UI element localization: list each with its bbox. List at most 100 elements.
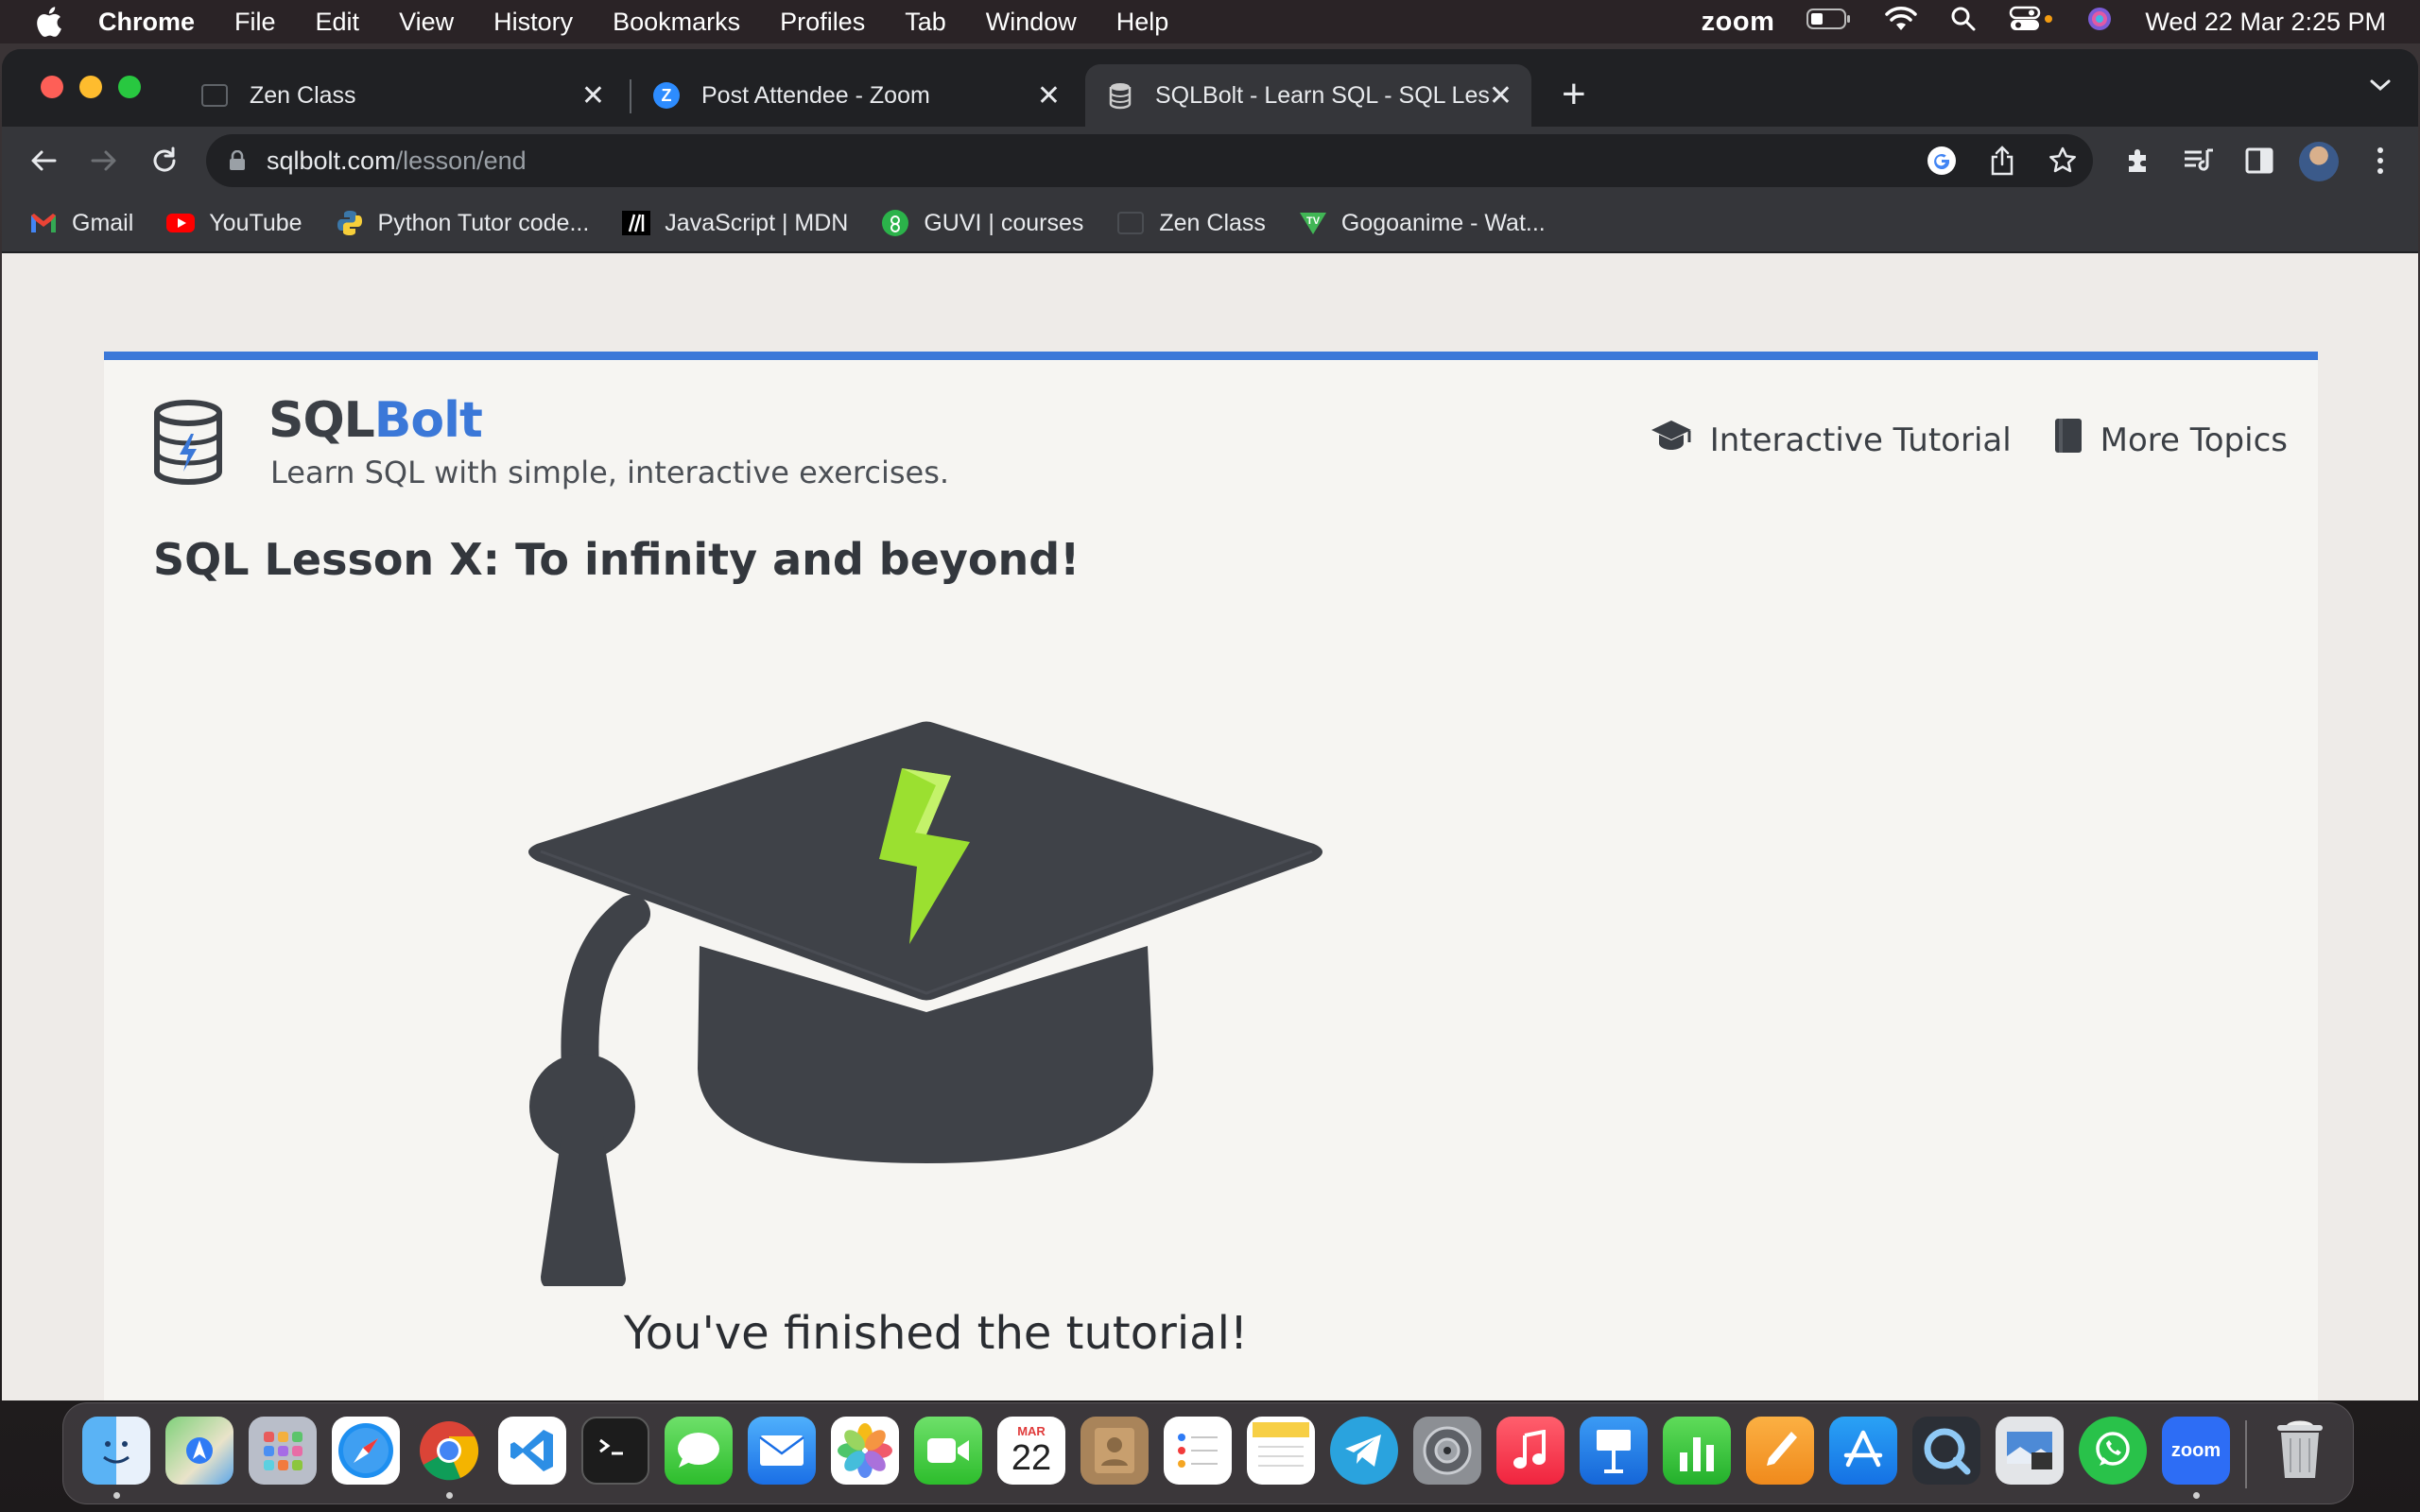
maps-icon[interactable] <box>165 1417 233 1485</box>
bookmark-mdn[interactable]: JavaScript | MDN <box>621 208 848 238</box>
google-lens-icon[interactable] <box>1925 144 1959 178</box>
menu-edit[interactable]: Edit <box>316 8 360 37</box>
reload-icon[interactable] <box>146 142 183 180</box>
close-window-button[interactable] <box>41 76 63 98</box>
new-tab-button[interactable]: + <box>1562 72 1586 117</box>
youtube-icon <box>165 208 196 238</box>
menu-profiles[interactable]: Profiles <box>780 8 865 37</box>
calendar-icon[interactable]: MAR 22 <box>997 1417 1065 1485</box>
share-icon[interactable] <box>1985 144 2019 178</box>
spotlight-search-icon[interactable] <box>1950 6 1977 39</box>
kebab-menu-icon[interactable] <box>2361 142 2399 180</box>
app-store-icon[interactable] <box>1829 1417 1897 1485</box>
quicktime-icon[interactable] <box>1912 1417 1980 1485</box>
interactive-tutorial-link[interactable]: Interactive Tutorial <box>1650 419 2012 461</box>
back-arrow-icon[interactable] <box>25 142 62 180</box>
extensions-puzzle-icon[interactable] <box>2119 142 2157 180</box>
minimize-window-button[interactable] <box>79 76 102 98</box>
bookmark-youtube[interactable]: YouTube <box>165 208 302 238</box>
safari-icon[interactable] <box>332 1417 400 1485</box>
wifi-icon[interactable] <box>1884 6 1918 39</box>
zoom-status-item[interactable]: zoom <box>1702 7 1775 38</box>
running-indicator <box>2193 1492 2200 1499</box>
control-center-icon[interactable] <box>2009 6 2054 39</box>
menu-app-name[interactable]: Chrome <box>98 8 195 37</box>
tab-zoom[interactable]: Z Post Attendee - Zoom ✕ <box>631 64 1080 127</box>
system-settings-icon[interactable] <box>1413 1417 1481 1485</box>
bookmark-star-icon[interactable] <box>2046 144 2080 178</box>
svg-text:TV: TV <box>1306 215 1321 227</box>
tab-sqlbolt[interactable]: SQLBolt - Learn SQL - SQL Les ✕ <box>1085 64 1531 127</box>
bookmark-label: Zen Class <box>1159 209 1266 236</box>
finder-icon[interactable] <box>82 1417 150 1485</box>
vscode-icon[interactable] <box>498 1417 566 1485</box>
running-indicator <box>113 1492 120 1499</box>
profile-avatar[interactable] <box>2299 142 2339 181</box>
bookmark-guvi[interactable]: GUVI | courses <box>880 208 1083 238</box>
more-topics-label: More Topics <box>2100 421 2288 459</box>
trash-icon[interactable] <box>2266 1417 2334 1485</box>
menu-window[interactable]: Window <box>986 8 1077 37</box>
tab-label: Post Attendee - Zoom <box>701 81 930 109</box>
facetime-icon[interactable] <box>914 1417 982 1485</box>
numbers-icon[interactable] <box>1663 1417 1731 1485</box>
menu-view[interactable]: View <box>399 8 454 37</box>
bookmark-python-tutor[interactable]: Python Tutor code... <box>335 208 589 238</box>
address-bar[interactable]: sqlbolt.com/lesson/end <box>206 134 2093 187</box>
chrome-icon[interactable] <box>415 1417 483 1485</box>
preview-icon[interactable] <box>1996 1417 2064 1485</box>
menubar-clock[interactable]: Wed 22 Mar 2:25 PM <box>2145 8 2386 37</box>
pages-icon[interactable] <box>1746 1417 1814 1485</box>
lock-icon[interactable] <box>229 150 246 171</box>
side-panel-icon[interactable] <box>2240 142 2278 180</box>
tab-label: SQLBolt - Learn SQL - SQL Les <box>1155 81 1490 109</box>
sqlbolt-logo-icon[interactable] <box>151 400 225 485</box>
launchpad-icon[interactable] <box>249 1417 317 1485</box>
tab-search-chevron-icon[interactable] <box>2369 77 2392 97</box>
tab-close-icon[interactable]: ✕ <box>1037 79 1061 112</box>
menu-help[interactable]: Help <box>1116 8 1169 37</box>
tab-close-icon[interactable]: ✕ <box>581 79 605 112</box>
notes-icon[interactable] <box>1247 1417 1315 1485</box>
bookmark-zen-class[interactable]: Zen Class <box>1115 208 1266 238</box>
bookmark-gogoanime[interactable]: TV Gogoanime - Wat... <box>1298 208 1546 238</box>
tab-label: Zen Class <box>250 81 356 109</box>
menu-bookmarks[interactable]: Bookmarks <box>613 8 740 37</box>
forward-arrow-icon[interactable] <box>85 142 123 180</box>
mail-icon[interactable] <box>748 1417 816 1485</box>
bookmark-gmail[interactable]: Gmail <box>28 208 133 238</box>
zen-class-favicon <box>200 81 229 110</box>
lesson-title: SQL Lesson X: To infinity and beyond! <box>153 534 1080 585</box>
brand-name[interactable]: SQLBolt <box>268 392 483 449</box>
terminal-icon[interactable] <box>581 1417 649 1485</box>
reminders-icon[interactable] <box>1164 1417 1232 1485</box>
siri-icon[interactable] <box>2086 6 2113 39</box>
guvi-icon <box>880 208 910 238</box>
photos-icon[interactable] <box>831 1417 899 1485</box>
gogoanime-icon: TV <box>1298 208 1328 238</box>
battery-icon[interactable] <box>1806 8 1852 37</box>
messages-icon[interactable] <box>665 1417 733 1485</box>
menu-tab[interactable]: Tab <box>905 8 946 37</box>
menu-file[interactable]: File <box>234 8 276 37</box>
keynote-icon[interactable] <box>1580 1417 1648 1485</box>
telegram-icon[interactable] <box>1330 1417 1398 1485</box>
apple-icon[interactable] <box>34 6 70 38</box>
contacts-icon[interactable] <box>1080 1417 1149 1485</box>
media-queue-icon[interactable] <box>2180 142 2218 180</box>
whatsapp-icon[interactable] <box>2079 1417 2147 1485</box>
tab-zen-class[interactable]: Zen Class ✕ <box>180 64 624 127</box>
mdn-icon <box>621 208 651 238</box>
graduation-cap-icon <box>1650 419 1693 461</box>
bookmark-label: Gmail <box>72 209 134 236</box>
zoom-app-icon[interactable]: zoom <box>2162 1417 2230 1485</box>
more-topics-link[interactable]: More Topics <box>2053 417 2288 463</box>
menu-history[interactable]: History <box>493 8 573 37</box>
zoom-window-button[interactable] <box>118 76 141 98</box>
zoom-favicon: Z <box>652 81 681 110</box>
music-icon[interactable] <box>1496 1417 1564 1485</box>
tab-close-icon[interactable]: ✕ <box>1489 79 1512 112</box>
python-icon <box>335 208 365 238</box>
bookmark-label: GUVI | courses <box>924 209 1084 236</box>
chrome-window: Zen Class ✕ Z Post Attendee - Zoom ✕ SQL… <box>2 49 2418 1400</box>
